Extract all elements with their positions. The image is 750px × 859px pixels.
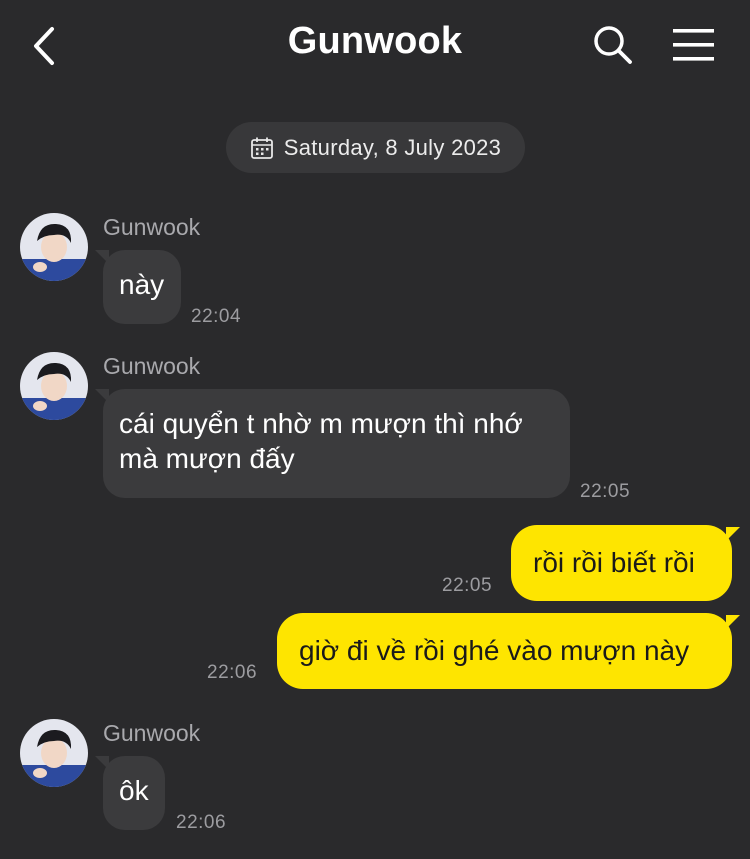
- message-bubble[interactable]: giờ đi về rồi ghé vào mượn này: [277, 613, 732, 689]
- message-bubble[interactable]: này: [103, 250, 181, 324]
- message-text: cái quyển t nhờ m mượn thì nhớ mà mượn đ…: [119, 408, 523, 474]
- message-time: 22:05: [580, 481, 631, 502]
- hamburger-menu-icon: [673, 29, 714, 61]
- avatar[interactable]: [20, 213, 88, 281]
- bubble-tail: [726, 527, 740, 541]
- sender-name: Gunwook: [103, 214, 201, 240]
- chat-header: Gunwook: [0, 0, 750, 90]
- message-text: giờ đi về rồi ghé vào mượn này: [299, 635, 690, 666]
- message-text: này: [119, 269, 165, 300]
- calendar-icon: [250, 137, 273, 159]
- avatar[interactable]: [20, 719, 88, 787]
- message-time: 22:04: [191, 306, 242, 327]
- date-divider: Saturday, 8 July 2023: [226, 122, 525, 173]
- message-bubble[interactable]: rồi rồi biết rồi: [511, 525, 732, 601]
- message-time: 22:06: [176, 812, 227, 833]
- date-label: Saturday, 8 July 2023: [283, 134, 502, 160]
- sender-name: Gunwook: [103, 720, 201, 746]
- search-button[interactable]: [592, 24, 634, 66]
- message-bubble[interactable]: ôk: [103, 756, 165, 830]
- bubble-tail: [726, 615, 740, 629]
- sender-name: Gunwook: [103, 353, 201, 379]
- message-text: rồi rồi biết rồi: [533, 547, 695, 578]
- message-time: 22:06: [207, 662, 258, 683]
- chat-title: Gunwook: [287, 20, 463, 62]
- menu-button[interactable]: [672, 28, 716, 62]
- search-icon: [594, 26, 632, 64]
- message-time: 22:05: [442, 575, 493, 596]
- message-text: ôk: [119, 775, 149, 806]
- avatar[interactable]: [20, 352, 88, 420]
- message-bubble[interactable]: cái quyển t nhờ m mượn thì nhớ mà mượn đ…: [103, 389, 570, 498]
